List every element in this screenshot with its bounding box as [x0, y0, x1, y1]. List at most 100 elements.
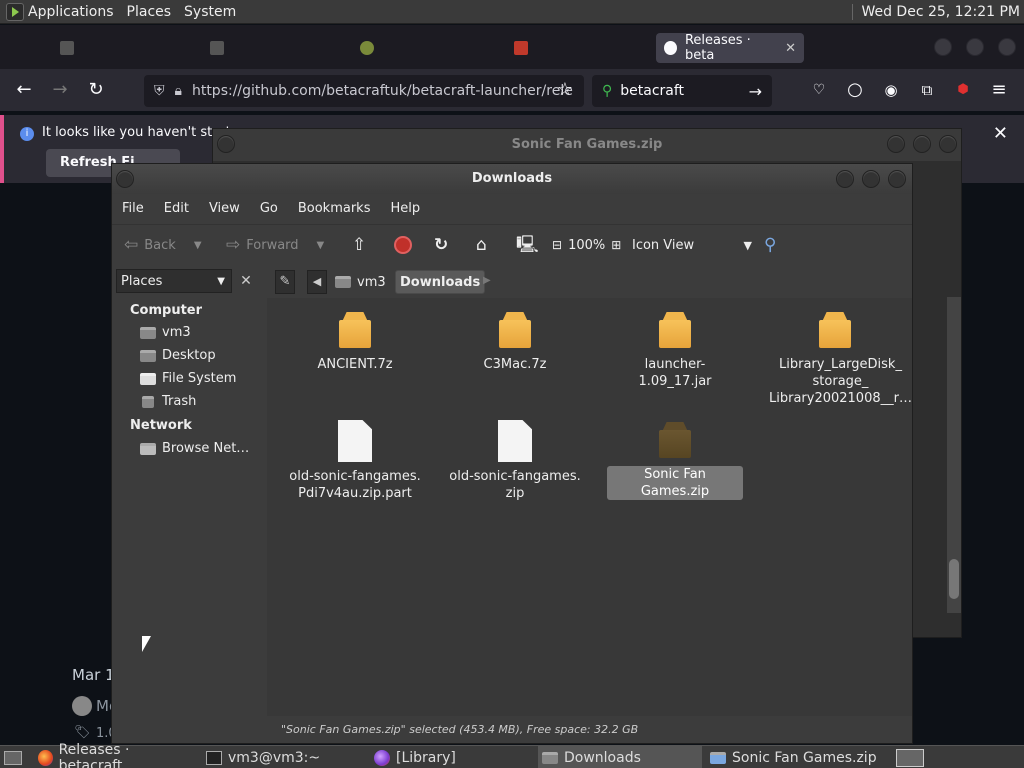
pocket-icon[interactable]: ♡: [808, 79, 830, 101]
close-sidebar-icon[interactable]: ✕: [236, 271, 256, 291]
tab-releases[interactable]: Releases · beta ✕: [656, 33, 804, 63]
file-item[interactable]: launcher-1.09_17.jar: [607, 310, 743, 390]
back-arrow-icon[interactable]: ←: [13, 79, 35, 101]
url-bar[interactable]: ⛨ 🔒︎ https://github.com/betacraftuk/beta…: [144, 75, 584, 107]
maximize-button[interactable]: [913, 135, 931, 153]
home-icon[interactable]: ⌂: [476, 235, 487, 255]
menu-system[interactable]: System: [180, 4, 245, 20]
archive-icon: [657, 420, 693, 460]
bookmark-star-icon[interactable]: ☆: [554, 79, 576, 101]
menu-bookmarks[interactable]: Bookmarks: [288, 201, 381, 216]
minimize-button[interactable]: [934, 38, 952, 56]
tab-inactive-4[interactable]: [506, 33, 654, 63]
reload-icon[interactable]: ↻: [85, 79, 107, 101]
zoom-level: 100%: [568, 237, 606, 253]
menu-bar: File Edit View Go Bookmarks Help: [112, 194, 912, 222]
document-icon: [498, 420, 532, 462]
terminal-icon: [206, 750, 222, 765]
minimize-button[interactable]: [836, 170, 854, 188]
scrollbar-thumb[interactable]: [949, 559, 959, 599]
breadcrumb-downloads[interactable]: Downloads: [395, 270, 486, 294]
back-button[interactable]: ⇦ Back ▼: [124, 235, 202, 255]
menu-applications[interactable]: Applications: [24, 4, 123, 20]
avatar[interactable]: [72, 696, 92, 716]
sidebar-item-browse-network[interactable]: Browse Net…: [140, 441, 249, 456]
forward-button[interactable]: ⇨ Forward ▼: [226, 235, 324, 255]
zoom-in-icon[interactable]: ⊞: [611, 238, 621, 252]
close-tab-icon[interactable]: ✕: [785, 41, 796, 56]
breadcrumb-vm3[interactable]: vm3: [335, 270, 386, 294]
lock-icon[interactable]: 🔒︎: [175, 83, 182, 99]
sidebar-item-desktop[interactable]: Desktop: [140, 348, 216, 363]
file-item[interactable]: C3Mac.7z: [447, 310, 583, 373]
menu-edit[interactable]: Edit: [154, 201, 199, 216]
close-window-button[interactable]: [888, 170, 906, 188]
sidebar-item-vm3[interactable]: vm3: [140, 325, 191, 340]
path-right-arrow-icon[interactable]: ▶: [483, 275, 491, 286]
close-notification-icon[interactable]: ✕: [993, 123, 1008, 144]
up-icon[interactable]: ⇧: [352, 235, 366, 255]
maximize-button[interactable]: [862, 170, 880, 188]
close-window-button[interactable]: [998, 38, 1016, 56]
window-menu-button[interactable]: [116, 170, 134, 188]
computer-icon[interactable]: 🖳︎: [516, 235, 539, 255]
sidebar-item-trash[interactable]: Trash: [140, 394, 196, 409]
search-go-icon[interactable]: →: [749, 82, 762, 101]
path-left-arrow-icon[interactable]: ◀: [307, 270, 327, 294]
network-icon: [140, 442, 156, 455]
sidebar-item-filesystem[interactable]: File System: [140, 371, 236, 386]
search-bar[interactable]: ⚲ betacraft →: [592, 75, 772, 107]
edit-location-icon[interactable]: ✎: [275, 270, 295, 294]
forward-dropdown-icon[interactable]: ▼: [317, 240, 325, 251]
clock[interactable]: Wed Dec 25, 12:21 PM: [852, 3, 1024, 20]
home-folder-icon: [140, 326, 156, 339]
menu-go[interactable]: Go: [250, 201, 288, 216]
back-arrow-icon: ⇦: [124, 235, 139, 255]
menu-view[interactable]: View: [199, 201, 250, 216]
taskbar-item-library[interactable]: [Library]: [370, 746, 534, 768]
workspace-icon: [896, 748, 924, 767]
minimize-button[interactable]: [887, 135, 905, 153]
circle-icon[interactable]: ○: [844, 79, 866, 101]
menu-places[interactable]: Places: [123, 4, 181, 20]
tab-inactive-2[interactable]: [202, 33, 350, 63]
stop-icon[interactable]: [394, 235, 412, 255]
maximize-button[interactable]: [966, 38, 984, 56]
applications-icon[interactable]: [6, 2, 24, 21]
hamburger-menu-icon[interactable]: ≡: [988, 79, 1010, 101]
tab-strip: Releases · beta ✕: [0, 25, 1024, 69]
close-window-button[interactable]: [939, 135, 957, 153]
document-icon: [338, 420, 372, 462]
zoom-out-icon[interactable]: ⊟: [552, 238, 562, 252]
taskbar-item-terminal[interactable]: vm3@vm3:~: [202, 746, 366, 768]
chevron-down-icon: ▼: [743, 238, 752, 252]
menu-help[interactable]: Help: [380, 201, 430, 216]
forward-arrow-icon[interactable]: →: [49, 79, 71, 101]
window-menu-button[interactable]: [217, 135, 235, 153]
extensions-icon[interactable]: ⧉: [916, 79, 938, 101]
file-item-selected[interactable]: Sonic Fan Games.zip: [607, 420, 743, 500]
file-item[interactable]: Library_LargeDisk_ storage_ Library20021…: [767, 310, 912, 407]
file-item[interactable]: old-sonic-fangames. zip: [447, 420, 583, 502]
reload-icon[interactable]: ↻: [434, 235, 448, 255]
account-icon[interactable]: ◉: [880, 79, 902, 101]
tab-inactive-3[interactable]: [352, 33, 500, 63]
file-item[interactable]: old-sonic-fangames. Pdi7v4au.zip.part: [287, 420, 423, 502]
tab-inactive-1[interactable]: [52, 33, 200, 63]
mouse-cursor: [142, 636, 151, 652]
menu-file[interactable]: File: [112, 201, 154, 216]
file-item[interactable]: ANCIENT.7z: [287, 310, 423, 373]
back-dropdown-icon[interactable]: ▼: [194, 240, 202, 251]
taskbar-item-archive[interactable]: Sonic Fan Games.zip: [706, 746, 886, 768]
taskbar-item-downloads[interactable]: Downloads: [538, 746, 702, 768]
taskbar-item-firefox[interactable]: Releases · betacraft…: [34, 742, 198, 768]
ublock-icon[interactable]: ⬢: [952, 79, 974, 101]
show-desktop-button[interactable]: [0, 746, 26, 768]
search-icon[interactable]: ⚲: [764, 235, 776, 255]
sidebar-mode-select[interactable]: Places ▼: [116, 269, 232, 293]
sidebar: Places ▼ ✕ Computer vm3 Desktop File Sys…: [112, 265, 264, 717]
workspace-switcher[interactable]: [892, 746, 926, 768]
shield-icon[interactable]: ⛨: [154, 83, 165, 99]
view-mode-select[interactable]: Icon View ▼: [632, 233, 752, 257]
status-bar: "Sonic Fan Games.zip" selected (453.4 MB…: [267, 717, 912, 743]
